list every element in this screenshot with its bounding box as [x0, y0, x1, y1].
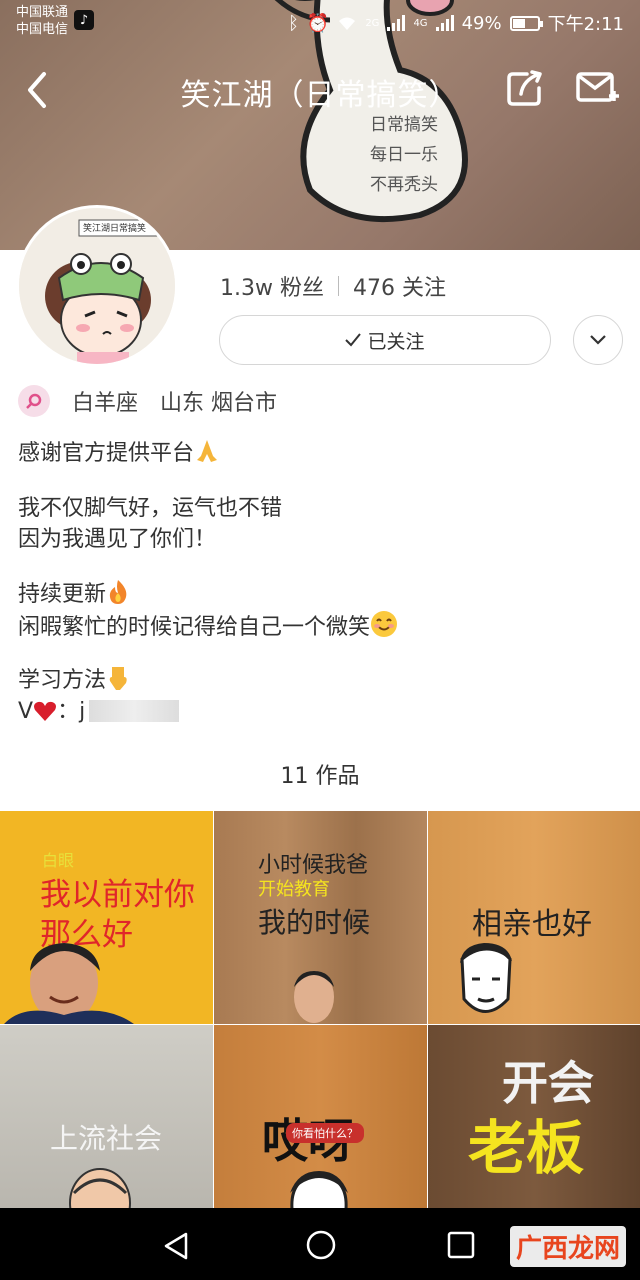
avatar-caption: 笑江湖日常搞笑 — [83, 224, 147, 234]
system-home-icon[interactable] — [305, 1229, 337, 1261]
more-dropdown-button[interactable] — [573, 315, 623, 365]
status-icons: ᛒ ⏰ 2G 4G 49% 下午2:11 — [288, 10, 624, 36]
tiktok-icon: ♪ — [74, 10, 94, 30]
signal-icon — [387, 15, 406, 31]
tile-caption: 我以前对你 — [40, 877, 195, 913]
bio-line: 我不仅脚气好，运气也不错 — [18, 496, 283, 521]
check-icon — [345, 333, 362, 347]
video-thumbnail[interactable]: 上流社会 — [0, 1025, 213, 1208]
banner-art-line: 不再秃头 — [370, 175, 438, 195]
pray-emoji-icon — [194, 438, 220, 473]
person-face-illustration — [69, 1168, 131, 1208]
point-down-emoji-icon — [106, 665, 130, 700]
system-recents-icon[interactable] — [447, 1231, 475, 1259]
followed-button[interactable]: 已关注 — [219, 315, 551, 365]
bio: 感谢官方提供平台 我不仅脚气好，运气也不错 因为我遇见了你们！ 持续更新 闲暇繁… — [18, 438, 398, 727]
heart-emoji-icon — [33, 700, 57, 731]
video-thumbnail[interactable]: 开会 老板 — [428, 1025, 640, 1208]
bio-line: 感谢官方提供平台 — [18, 441, 195, 466]
face-sketch-illustration — [460, 943, 512, 1013]
share-icon[interactable] — [505, 68, 545, 108]
blurred-contact — [89, 700, 180, 722]
carrier-1: 中国联通 — [16, 5, 69, 20]
chevron-down-icon — [590, 335, 606, 345]
network-type-1: 2G — [365, 17, 380, 29]
profile-tags: 白羊座 山东 烟台市 — [18, 385, 277, 417]
video-thumbnail[interactable]: 哎呀 你看怕什么？ — [214, 1025, 427, 1208]
video-thumbnail[interactable]: 相亲也好 — [428, 811, 640, 1024]
fire-emoji-icon — [106, 579, 130, 614]
bio-line: 因为我遇见了你们！ — [18, 527, 217, 552]
person-face-illustration — [294, 971, 334, 1023]
carrier-labels: 中国联通 中国电信 — [16, 4, 68, 38]
clock: 下午2:11 — [547, 14, 624, 35]
battery-icon — [509, 15, 543, 31]
banner-art-text: 日常搞笑 每日一乐 不再秃头 — [370, 110, 438, 200]
location-label: 山东 烟台市 — [160, 391, 278, 416]
follow-stats: 1.3w 粉丝 476 关注 — [220, 270, 446, 302]
works-count[interactable]: 11 作品 — [0, 758, 640, 790]
tile-caption: 开始教育 — [258, 879, 330, 900]
tile-bubble: 你看怕什么？ — [286, 1123, 364, 1143]
bio-line: 闲暇繁忙的时候记得给自己一个微笑 — [18, 615, 371, 640]
network-type-2: 4G — [413, 17, 428, 29]
battery-percent: 49% — [461, 12, 502, 34]
video-thumbnail[interactable]: 白眼 我以前对你 那么好 — [0, 811, 213, 1024]
stats-divider — [337, 276, 339, 296]
tile-caption: 我的时候 — [258, 906, 371, 939]
bio-line: ：j — [57, 699, 86, 724]
bio-line: 学习方法 — [18, 668, 107, 693]
smile-emoji-icon — [370, 610, 398, 647]
fans-count[interactable]: 1.3w 粉丝 — [220, 270, 324, 302]
avatar[interactable]: 笑江湖日常搞笑 — [16, 205, 178, 367]
signal-icon — [435, 15, 454, 31]
tile-tag: 白眼 — [42, 851, 75, 870]
bio-line-prefix: V — [18, 699, 34, 724]
alarm-icon: ⏰ — [306, 12, 330, 34]
followed-label: 已关注 — [367, 330, 425, 353]
tile-caption: 相亲也好 — [472, 907, 592, 942]
wifi-icon — [339, 17, 356, 30]
system-nav-bar: 广西龙网 — [0, 1208, 640, 1280]
following-count[interactable]: 476 关注 — [353, 270, 446, 302]
system-back-icon[interactable] — [160, 1230, 192, 1262]
status-bar: 中国联通 中国电信 ♪ ᛒ ⏰ 2G 4G 49% 下午2:11 — [0, 0, 640, 44]
back-arrow-icon[interactable] — [20, 66, 60, 114]
zodiac-icon — [18, 385, 50, 417]
carrier-2: 中国电信 — [16, 22, 69, 37]
works-grid: 白眼 我以前对你 那么好 小时候我爸 开始教育 我的时候 相亲也好 上流社会 你… — [0, 811, 640, 1208]
video-thumbnail[interactable]: 小时候我爸 开始教育 我的时候 — [214, 811, 427, 1024]
bluetooth-icon: ᛒ — [288, 12, 299, 34]
zodiac-label: 白羊座 — [72, 391, 139, 416]
page-title: 笑江湖（日常搞笑） — [180, 78, 460, 113]
watermark-logo: 广西龙网 — [509, 1226, 626, 1267]
top-nav: 笑江湖（日常搞笑） — [0, 60, 640, 120]
face-sketch-illustration — [290, 1171, 348, 1208]
person-face-illustration — [4, 943, 134, 1024]
message-add-icon[interactable] — [575, 68, 619, 108]
bio-line: 持续更新 — [18, 582, 107, 607]
tile-caption: 上流社会 — [50, 1122, 163, 1155]
tile-caption: 老板 — [468, 1114, 585, 1182]
banner-art-line: 每日一乐 — [370, 145, 438, 165]
